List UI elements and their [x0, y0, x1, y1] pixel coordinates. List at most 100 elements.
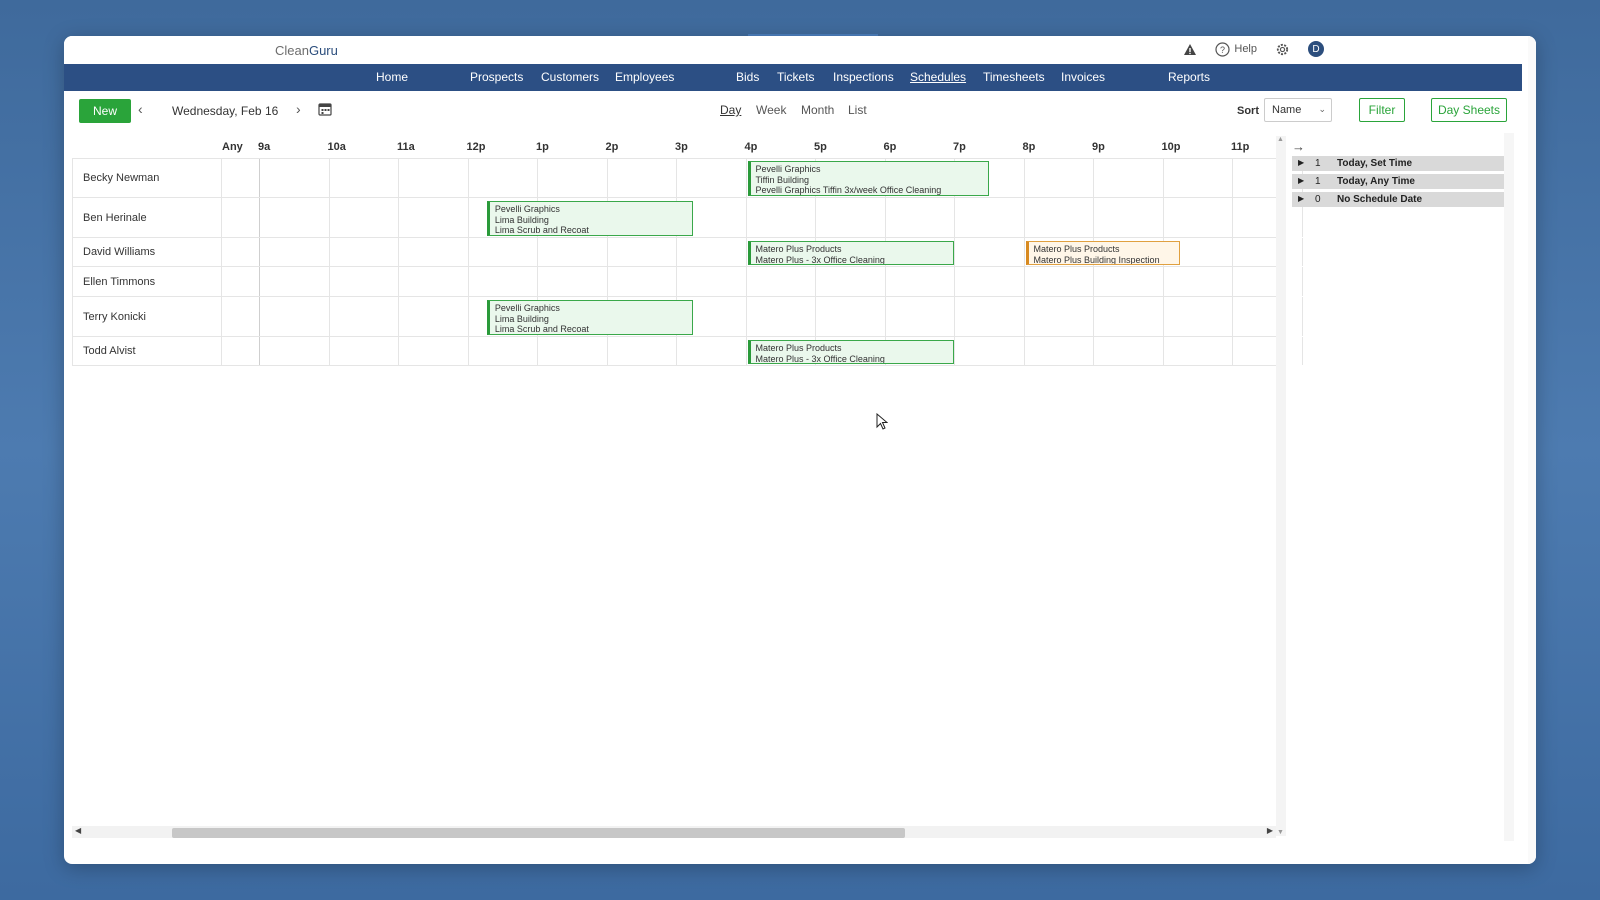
side-group-no-schedule-date[interactable]: ▶ 0 No Schedule Date	[1292, 192, 1504, 207]
schedule-event[interactable]: Pevelli Graphics Tiffin Building Pevelli G…	[747, 161, 989, 196]
grid-line	[1093, 297, 1094, 336]
event-line: Pevelli Graphics	[755, 164, 821, 174]
nav-home[interactable]: Home	[376, 70, 408, 84]
sort-select[interactable]: Name ⌄	[1264, 98, 1332, 122]
user-avatar[interactable]: D	[1308, 41, 1324, 57]
view-tab-month[interactable]: Month	[801, 103, 834, 117]
hour-header: 11p	[1231, 141, 1250, 153]
group-count: 1	[1315, 158, 1321, 169]
nav-reports[interactable]: Reports	[1168, 70, 1210, 84]
schedule-toolbar: New ‹ Wednesday, Feb 16 › Day Week Month…	[64, 91, 1522, 133]
view-tab-list[interactable]: List	[848, 103, 867, 117]
grid-vertical-scrollbar[interactable]: ▲ ▼	[1276, 136, 1286, 836]
employee-name[interactable]: Ben Herinale	[72, 198, 222, 237]
event-line: Lima Building	[494, 214, 549, 225]
grid-line	[884, 198, 886, 237]
schedule-row: Todd Alvist	[72, 337, 1303, 366]
expand-triangle-icon[interactable]: ▶	[1298, 194, 1304, 203]
next-day-chevron-icon[interactable]: ›	[296, 101, 301, 117]
grid-line	[328, 297, 330, 336]
group-label: No Schedule Date	[1337, 194, 1423, 205]
grid-line	[328, 337, 330, 365]
event-line: Matero Plus Products	[755, 343, 842, 353]
nav-inspections[interactable]: Inspections	[833, 70, 894, 84]
expand-triangle-icon[interactable]: ▶	[1298, 176, 1304, 185]
prev-day-chevron-icon[interactable]: ‹	[138, 101, 143, 117]
schedule-event[interactable]: Matero Plus Products Matero Plus - 3x Off…	[747, 340, 954, 364]
grid-line	[328, 267, 330, 296]
grid-line	[884, 297, 886, 336]
schedule-event[interactable]: Pevelli Graphics Lima Building Lima Scrub …	[486, 201, 694, 236]
grid-line	[606, 159, 608, 197]
employee-name[interactable]: Terry Konicki	[72, 297, 222, 336]
gear-icon[interactable]	[1275, 42, 1290, 57]
grid-line	[745, 267, 747, 296]
employee-name[interactable]: Todd Alvist	[72, 337, 222, 365]
sort-value: Name	[1272, 104, 1302, 116]
grid-line	[398, 337, 399, 365]
grid-line	[954, 337, 955, 365]
horizontal-scroll-thumb[interactable]	[172, 828, 905, 838]
grid-line	[1232, 238, 1233, 266]
side-panel-scrollbar[interactable]	[1504, 133, 1514, 841]
nav-employees[interactable]: Employees	[615, 70, 674, 84]
expand-triangle-icon[interactable]: ▶	[1298, 158, 1304, 167]
scroll-right-arrow-icon[interactable]: ▶	[1267, 826, 1273, 835]
new-button[interactable]: New	[79, 99, 131, 123]
grid-line	[954, 238, 955, 266]
view-tab-day[interactable]: Day	[720, 103, 741, 117]
nav-prospects[interactable]: Prospects	[470, 70, 523, 84]
nav-schedules[interactable]: Schedules	[910, 70, 966, 84]
hour-header: 6p	[883, 141, 897, 153]
side-group-today-set-time[interactable]: ▶ 1 Today, Set Time	[1292, 156, 1504, 171]
schedule-row: Ellen Timmons	[72, 267, 1303, 297]
scroll-left-arrow-icon[interactable]: ◀	[75, 826, 81, 835]
arrow-right-icon[interactable]: →	[1292, 139, 1305, 154]
day-sheets-button[interactable]: Day Sheets	[1431, 98, 1507, 122]
grid-line	[954, 297, 955, 336]
main-nav: Home Prospects Customers Employees Bids …	[64, 64, 1522, 91]
side-group-today-any-time[interactable]: ▶ 1 Today, Any Time	[1292, 174, 1504, 189]
filter-button[interactable]: Filter	[1359, 98, 1405, 122]
event-line: Matero Plus Products	[755, 244, 842, 254]
grid-line	[398, 297, 399, 336]
employee-name[interactable]: Becky Newman	[72, 159, 222, 197]
schedule-event[interactable]: Pevelli Graphics Lima Building Lima Scrub …	[486, 300, 694, 335]
nav-tickets[interactable]: Tickets	[777, 70, 815, 84]
nav-customers[interactable]: Customers	[541, 70, 599, 84]
view-tab-week[interactable]: Week	[756, 103, 786, 117]
mouse-cursor-icon	[876, 412, 889, 436]
nav-bids[interactable]: Bids	[736, 70, 759, 84]
schedule-row: Becky Newman	[72, 158, 1303, 198]
schedule-event[interactable]: Matero Plus Products Matero Plus - 3x Off…	[747, 241, 954, 265]
event-line: Lima Scrub and Recoat	[494, 225, 589, 235]
help-button[interactable]: ? Help	[1215, 41, 1257, 57]
grid-line	[259, 297, 260, 336]
app-logo[interactable]: CleanGuru	[275, 43, 338, 58]
nav-invoices[interactable]: Invoices	[1061, 70, 1105, 84]
schedule-event[interactable]: Matero Plus Products Matero Plus Building…	[1025, 241, 1180, 265]
employee-name[interactable]: David Williams	[72, 238, 222, 266]
grid-line	[745, 297, 747, 336]
grid-line	[537, 159, 538, 197]
grid-horizontal-scrollbar[interactable]: ◀ ▶	[72, 826, 1276, 838]
grid-line	[1162, 297, 1164, 336]
grid-line	[328, 159, 330, 197]
window-scrollbar[interactable]	[1528, 36, 1536, 864]
scroll-up-arrow-icon[interactable]: ▲	[1277, 136, 1284, 143]
grid-line	[884, 267, 886, 296]
group-count: 1	[1315, 176, 1321, 187]
grid-line	[1023, 337, 1025, 365]
event-line: Matero Plus - 3x Office Cleaning	[755, 254, 885, 265]
hour-header: 12p	[466, 141, 486, 153]
chevron-down-icon: ⌄	[1318, 104, 1326, 114]
employee-name[interactable]: Ellen Timmons	[72, 267, 222, 296]
alert-icon[interactable]	[1183, 43, 1197, 56]
calendar-icon[interactable]	[318, 102, 332, 121]
grid-line	[259, 238, 260, 266]
scroll-down-arrow-icon[interactable]: ▼	[1277, 829, 1284, 836]
app-window: CleanGuru ? Help D Home Prospects Custom…	[64, 36, 1536, 864]
event-line: Pevelli Graphics Tiffin 3x/week Office C…	[755, 185, 942, 195]
grid-line	[745, 238, 747, 266]
nav-timesheets[interactable]: Timesheets	[983, 70, 1045, 84]
